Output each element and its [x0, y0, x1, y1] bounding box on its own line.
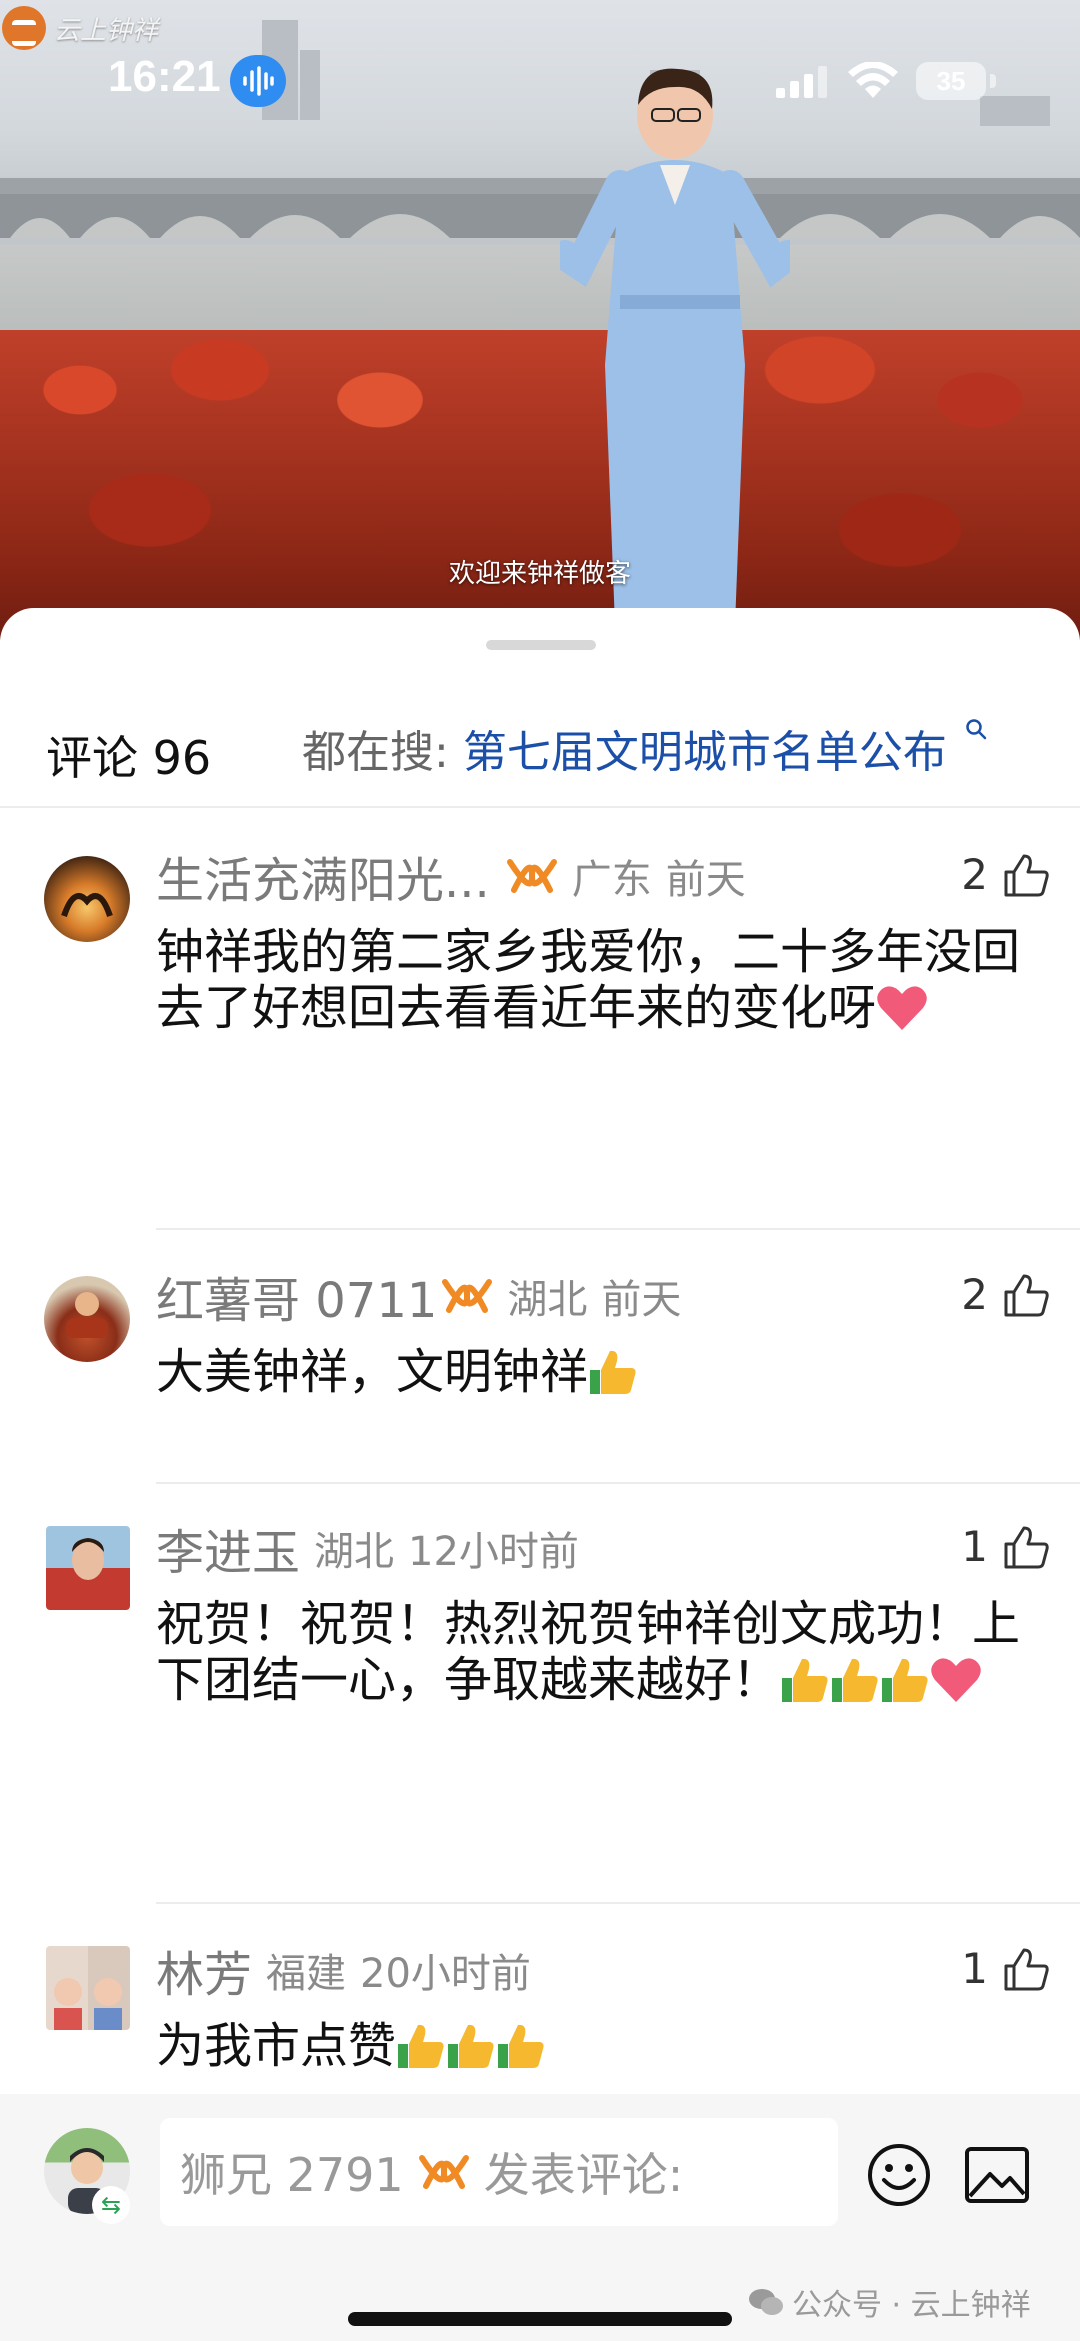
comment-divider — [156, 1228, 1080, 1230]
thumbs-up-outline-icon — [1004, 1274, 1049, 1316]
comment-count: 评论 96 — [46, 731, 212, 785]
red-shrubs — [0, 330, 1080, 640]
comment-region: 湖北 — [507, 1277, 588, 1323]
like-count: 1 — [961, 1522, 988, 1571]
comment-divider — [156, 1482, 1080, 1484]
comment-region: 福建 — [266, 1951, 347, 1997]
channel-logo: 云上钟祥 — [2, 6, 158, 50]
comment-list[interactable]: 生活充满阳光... 广东 前天 2 钟祥我的第二家乡我爱你，二十多年没回去了好想… — [0, 808, 1080, 2100]
comment-time: 前天 — [665, 857, 746, 903]
thumbs-up-outline-icon — [1004, 1526, 1049, 1568]
battery-indicator: 35 — [916, 62, 986, 100]
background-tower — [300, 50, 320, 120]
video-player[interactable]: 欢迎来钟祥做客 云上钟祥 16:21 35 — [0, 0, 1080, 640]
battery-cap — [990, 74, 996, 88]
thumbs-up-emoji-icon — [882, 1658, 928, 1702]
user-avatar[interactable] — [46, 1946, 130, 2030]
composer-placeholder: 发表评论: — [483, 2148, 684, 2202]
like-count: 2 — [961, 850, 988, 899]
logo-text: 云上钟祥 — [54, 15, 159, 46]
like-button[interactable]: 1 — [961, 1944, 1050, 1993]
heart-emoji-icon — [931, 1658, 981, 1702]
comment-text: 为我市点赞 — [156, 2018, 1046, 2074]
watermark-text: 公众号 · 云上钟祥 — [792, 2288, 1031, 2323]
emoji-picker-icon[interactable] — [866, 2142, 932, 2208]
follower-badge-icon — [418, 2155, 469, 2189]
comment-body: 大美钟祥，文明钟祥 — [156, 1344, 589, 1400]
comment-meta: 红薯哥 0711 湖北 前天 — [156, 1266, 682, 1329]
comment-body: 为我市点赞 — [156, 2018, 397, 2074]
username[interactable]: 林芳 — [156, 1935, 252, 2005]
thumbs-up-emoji-icon — [832, 1658, 878, 1702]
sheet-drag-handle[interactable] — [486, 640, 596, 650]
wechat-watermark: 公众号 · 云上钟祥 — [748, 2280, 1031, 2324]
hot-search-keyword[interactable]: 第七届文明城市名单公布 — [463, 727, 947, 778]
comment-meta: 李进玉 湖北 12小时前 — [156, 1518, 579, 1581]
wifi-icon — [848, 62, 898, 98]
comment-text: 大美钟祥，文明钟祥 — [156, 1344, 1046, 1400]
comment-region: 广东 — [571, 857, 652, 903]
arch-bridge — [0, 178, 1080, 238]
like-count: 2 — [961, 1270, 988, 1319]
image-picker-icon[interactable] — [964, 2146, 1030, 2204]
switch-account-icon[interactable]: ⇆ — [92, 2186, 130, 2224]
thumbs-up-outline-icon — [1004, 854, 1049, 896]
comments-header: 评论 96 都在搜: 第七届文明城市名单公布 — [0, 708, 1080, 788]
like-button[interactable]: 2 — [961, 850, 1050, 899]
heart-emoji-icon — [877, 986, 927, 1030]
thumbs-up-emoji-icon — [498, 2024, 544, 2068]
like-button[interactable]: 2 — [961, 1270, 1050, 1319]
comments-sheet: 评论 96 都在搜: 第七届文明城市名单公布 生活充满阳光... 广东 前天 2… — [0, 608, 1080, 2341]
user-avatar[interactable] — [44, 1276, 130, 1362]
comment-text: 钟祥我的第二家乡我爱你，二十多年没回去了好想回去看看近年来的变化呀 — [156, 924, 1046, 1036]
video-subtitle: 欢迎来钟祥做客 — [448, 559, 631, 589]
presenter-figure — [560, 68, 790, 625]
search-icon — [966, 719, 987, 740]
wechat-icon — [749, 2289, 783, 2315]
username[interactable]: 红薯哥 0711 — [156, 1261, 437, 1331]
cellular-signal-icon — [776, 66, 827, 98]
thumbs-up-outline-icon — [1004, 1948, 1049, 1990]
composer-nickname: 狮兄 2791 — [180, 2148, 404, 2202]
user-avatar[interactable] — [46, 1526, 130, 1610]
follower-badge-icon — [442, 1279, 493, 1313]
comment-meta: 生活充满阳光... 广东 前天 — [156, 846, 746, 909]
username[interactable]: 李进玉 — [156, 1513, 300, 1583]
comment-time: 12小时前 — [408, 1529, 579, 1575]
comment-text: 祝贺！祝贺！热烈祝贺钟祥创文成功！上下团结一心，争取越来越好！ — [156, 1596, 1046, 1708]
home-indicator[interactable] — [348, 2312, 732, 2326]
voice-waveform-icon[interactable] — [230, 55, 286, 107]
hot-search-prefix: 都在搜: — [302, 727, 449, 778]
user-avatar[interactable] — [44, 856, 130, 942]
thumbs-up-emoji-icon — [590, 1350, 636, 1394]
comment-input[interactable]: 狮兄 2791 发表评论: — [160, 2118, 838, 2226]
comment-time: 20小时前 — [360, 1951, 531, 1997]
thumbs-up-emoji-icon — [782, 1658, 828, 1702]
hot-search-link[interactable]: 都在搜: 第七届文明城市名单公布 — [302, 716, 987, 780]
logo-icon — [2, 6, 46, 50]
username[interactable]: 生活充满阳光... — [156, 841, 490, 911]
like-count: 1 — [961, 1944, 988, 1993]
status-time: 16:21 — [108, 52, 221, 101]
follower-badge-icon — [506, 859, 557, 893]
comment-composer: ⇆ 狮兄 2791 发表评论: 公众号 · 云上钟祥 — [0, 2094, 1080, 2341]
background-building — [980, 96, 1050, 126]
like-button[interactable]: 1 — [961, 1522, 1050, 1571]
comment-meta: 林芳 福建 20小时前 — [156, 1940, 531, 2003]
thumbs-up-emoji-icon — [448, 2024, 494, 2068]
comment-region: 湖北 — [314, 1529, 395, 1575]
thumbs-up-emoji-icon — [398, 2024, 444, 2068]
comment-time: 前天 — [601, 1277, 682, 1323]
comment-divider — [156, 1902, 1080, 1904]
